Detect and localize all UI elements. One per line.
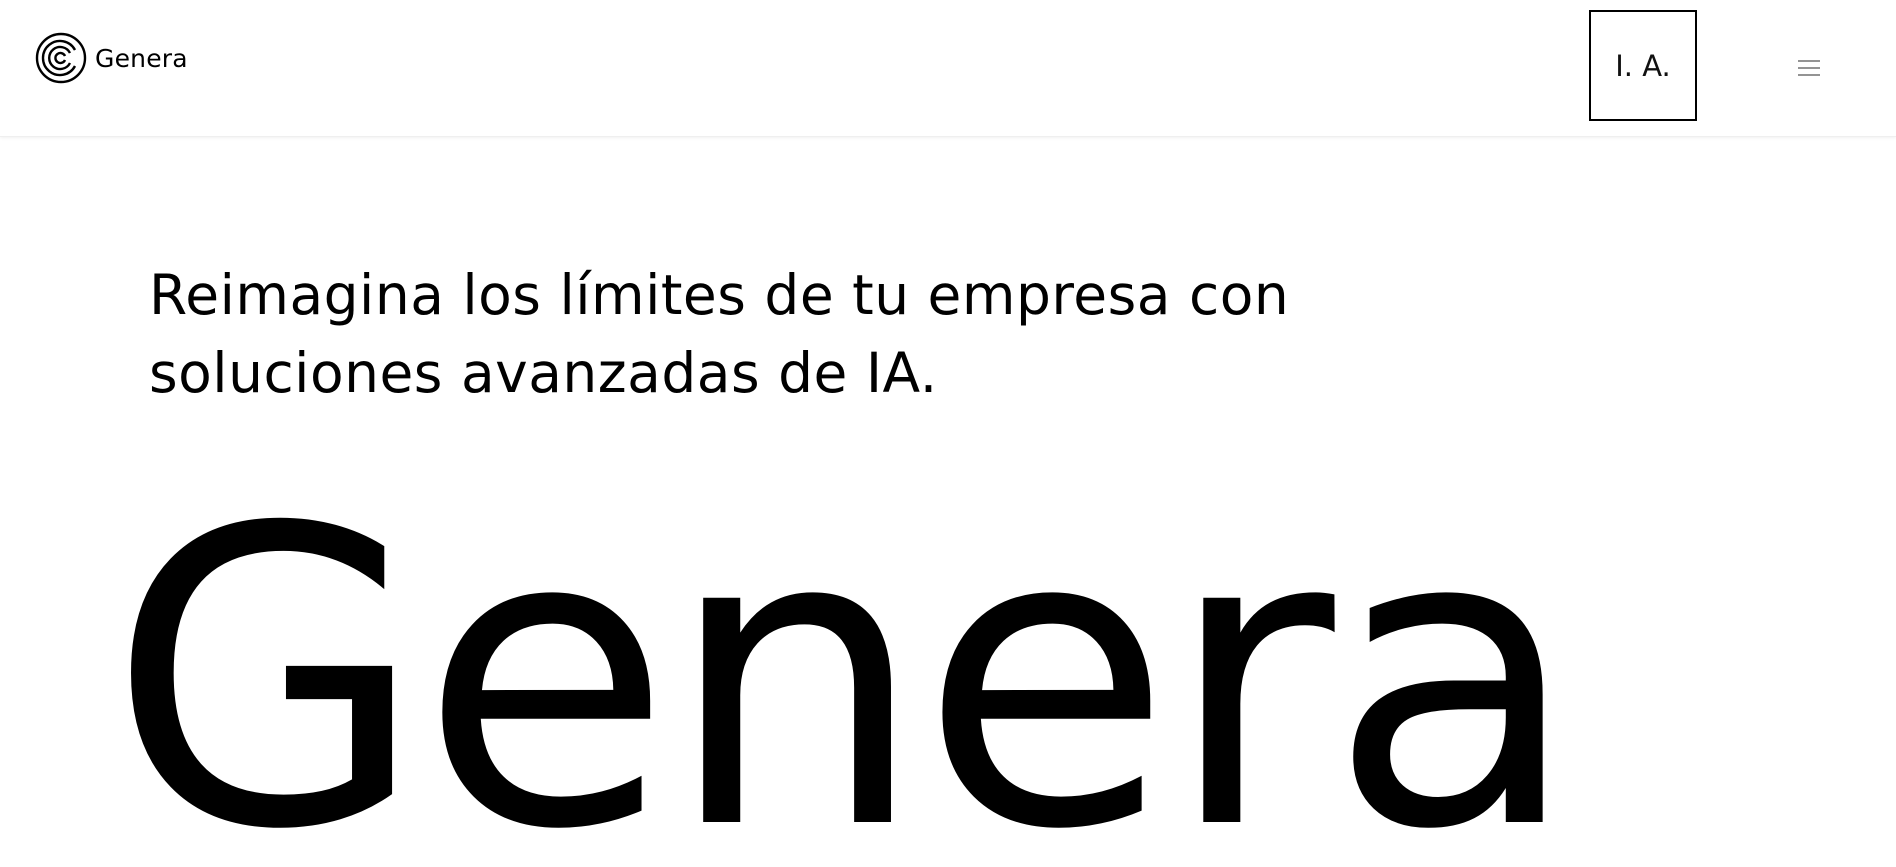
- hero-wordmark-text: Genera: [108, 500, 1580, 867]
- brand-name: Genera: [95, 43, 188, 73]
- ia-button[interactable]: I. A.: [1589, 10, 1697, 121]
- menu-button[interactable]: [1796, 56, 1822, 80]
- genera-logo-icon: [35, 32, 87, 84]
- brand-logo-link[interactable]: Genera: [35, 32, 188, 84]
- hero-wordmark: Genera: [108, 500, 1808, 867]
- hero-headline: Reimagina los límites de tu empresa con …: [149, 256, 1549, 412]
- hero-headline-line-1: Reimagina los límites de tu empresa con: [149, 263, 1290, 327]
- hamburger-menu-icon: [1797, 56, 1821, 80]
- hero-headline-line-2: soluciones avanzadas de IA.: [149, 341, 938, 405]
- site-header: Genera I. A.: [0, 0, 1896, 137]
